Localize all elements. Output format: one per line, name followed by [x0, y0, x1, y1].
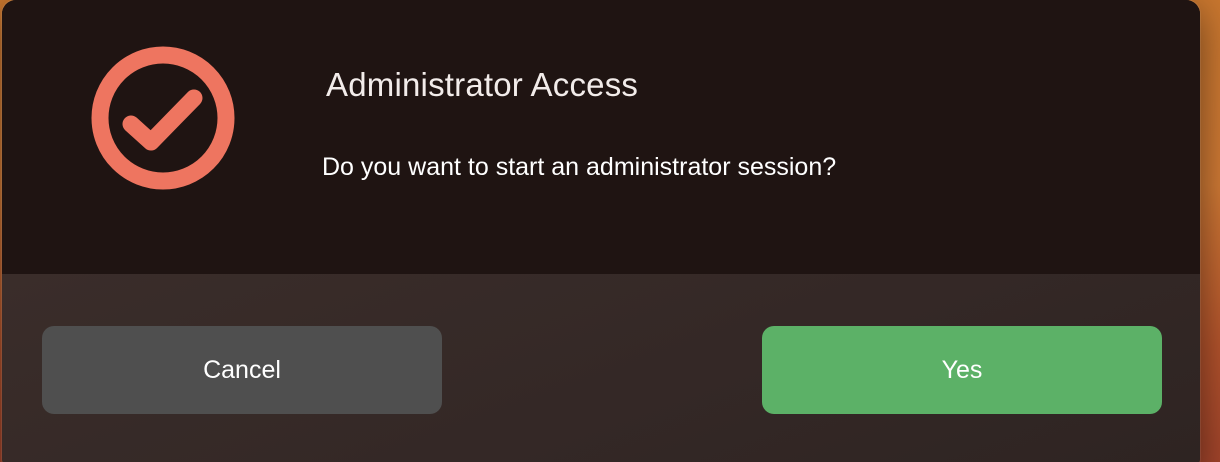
cancel-button[interactable]: Cancel: [42, 326, 442, 414]
dialog-content-area: Administrator Access Do you want to star…: [2, 0, 1200, 274]
admin-access-dialog: Administrator Access Do you want to star…: [2, 0, 1200, 462]
dialog-message: Do you want to start an administrator se…: [322, 153, 837, 181]
yes-button[interactable]: Yes: [762, 326, 1162, 414]
dialog-title: Administrator Access: [326, 66, 639, 103]
check-circle-icon: [88, 44, 238, 194]
